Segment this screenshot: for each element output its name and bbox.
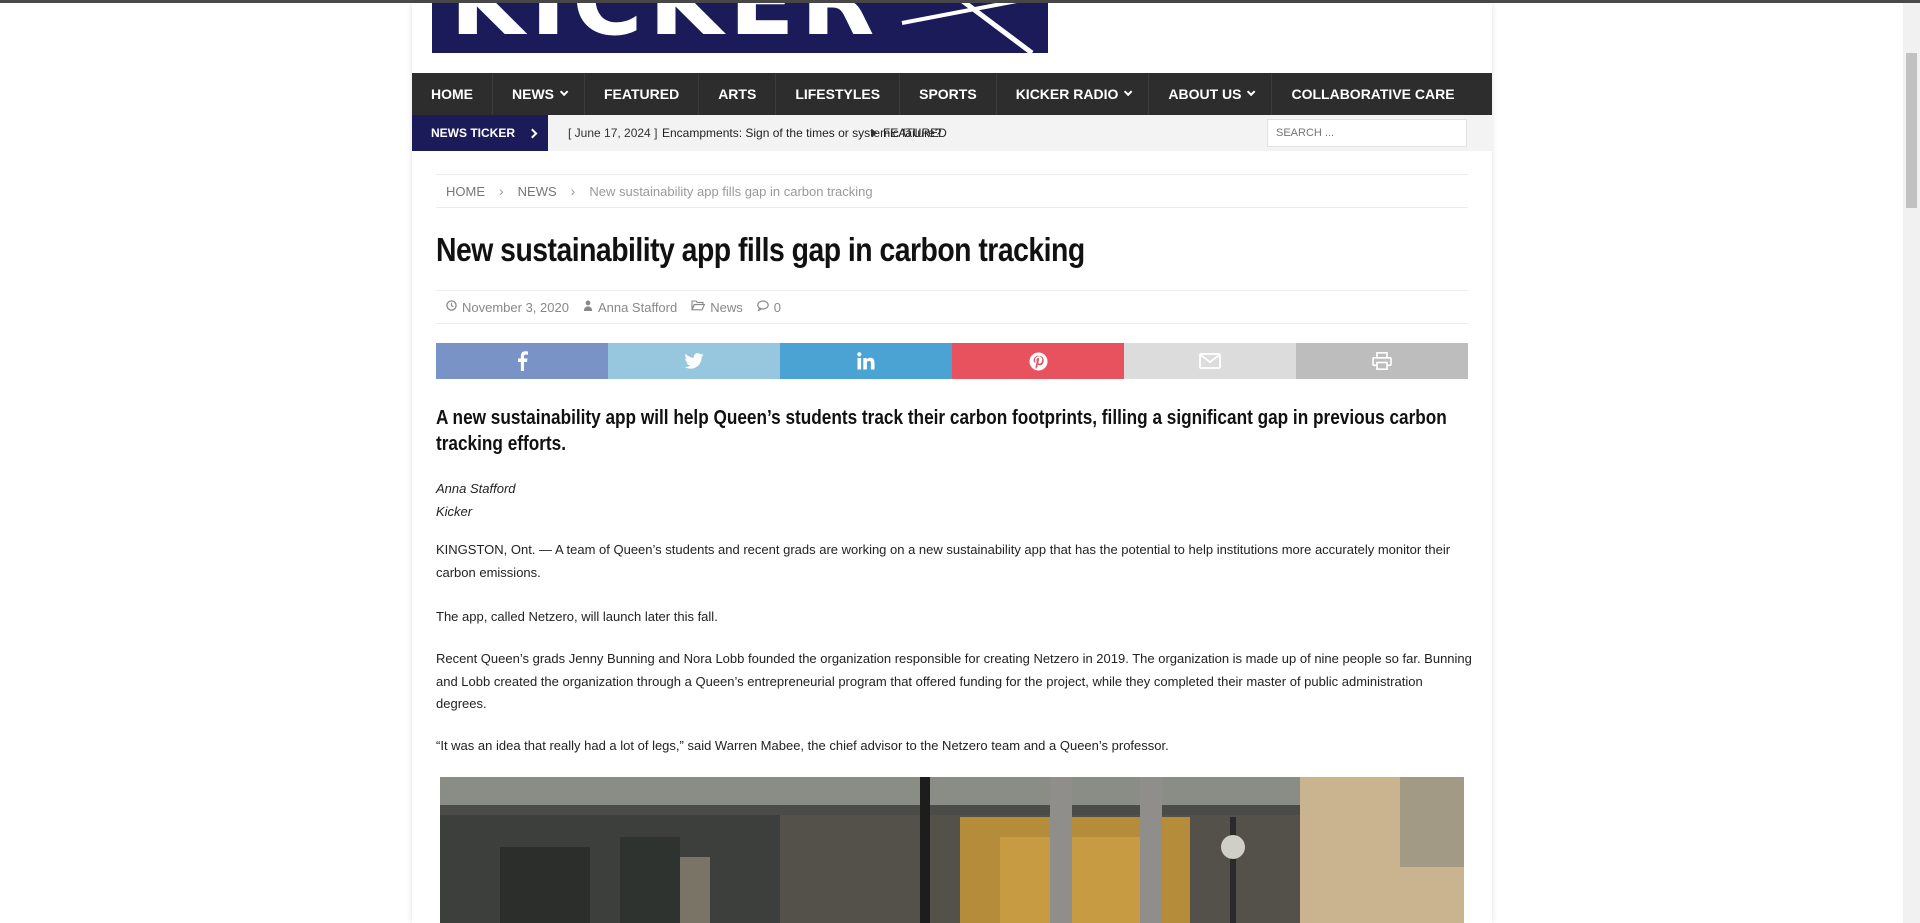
ticker-category-link[interactable]: FEATURED: [883, 126, 947, 140]
article-photo: [440, 777, 1464, 923]
site-logo[interactable]: KICKER: [432, 3, 1048, 53]
print-icon: [1372, 352, 1392, 370]
search-input[interactable]: [1267, 119, 1467, 147]
breadcrumb-news[interactable]: NEWS: [518, 184, 557, 199]
caret-right-icon: [872, 129, 877, 137]
main-nav: HOME NEWS FEATURED ARTS LIFESTYLES SPORT…: [412, 73, 1492, 115]
post-comments[interactable]: 0: [756, 300, 781, 315]
pinterest-icon: [1028, 351, 1048, 371]
email-icon: [1199, 353, 1221, 369]
news-ticker: NEWS TICKER [ June 17, 2024 ] Encampment…: [412, 115, 1492, 151]
post-author[interactable]: Anna Stafford: [583, 300, 677, 315]
byline-author: Anna Stafford: [436, 481, 516, 496]
nav-item-arts[interactable]: ARTS: [699, 73, 777, 115]
chevron-down-icon: [1124, 87, 1133, 97]
share-facebook-button[interactable]: [436, 343, 608, 379]
nav-item-collaborative-care[interactable]: COLLABORATIVE CARE: [1272, 73, 1473, 115]
chevron-right-icon: [527, 128, 538, 138]
share-pinterest-button[interactable]: [952, 343, 1124, 379]
chevron-down-icon: [559, 87, 569, 97]
nav-item-lifestyles[interactable]: LIFESTYLES: [776, 73, 901, 115]
article-lead: A new sustainability app will help Queen…: [436, 407, 1447, 455]
chevron-down-icon: [1247, 87, 1256, 97]
facebook-icon: [518, 351, 528, 371]
article-title: New sustainability app fills gap in carb…: [436, 231, 1085, 268]
article-paragraph: Recent Queen’s grads Jenny Bunning and N…: [436, 651, 1472, 711]
twitter-icon: [684, 353, 704, 369]
nav-item-news[interactable]: NEWS: [493, 73, 585, 115]
ticker-label: NEWS TICKER: [412, 115, 548, 151]
chevron-right-icon: ›: [570, 183, 576, 199]
share-twitter-button[interactable]: [608, 343, 780, 379]
folder-open-icon: [691, 300, 706, 314]
nav-item-home[interactable]: HOME: [412, 73, 493, 115]
breadcrumb-home[interactable]: HOME: [446, 184, 485, 199]
article-byline: Anna Stafford Kicker: [436, 477, 516, 523]
clock-icon: [446, 300, 457, 314]
post-category[interactable]: News: [691, 300, 743, 315]
chevron-right-icon: ›: [499, 183, 504, 199]
scrollbar-thumb[interactable]: [1906, 53, 1917, 208]
share-linkedin-button[interactable]: [780, 343, 952, 379]
post-date: November 3, 2020: [446, 300, 569, 315]
nav-item-about-us[interactable]: ABOUT US: [1149, 73, 1273, 115]
nav-item-featured[interactable]: FEATURED: [585, 73, 700, 115]
nav-item-sports[interactable]: SPORTS: [900, 73, 997, 115]
byline-publication: Kicker: [436, 504, 473, 519]
breadcrumb: HOME › NEWS › New sustainability app fil…: [436, 174, 1468, 208]
article-paragraph: “It was an idea that really had a lot of…: [436, 738, 1169, 753]
share-print-button[interactable]: [1296, 343, 1468, 379]
user-icon: [583, 300, 593, 314]
nav-item-kicker-radio[interactable]: KICKER RADIO: [997, 73, 1150, 115]
comment-icon: [756, 300, 769, 314]
share-bar: [436, 343, 1468, 379]
share-email-button[interactable]: [1124, 343, 1296, 379]
article-meta: November 3, 2020 Anna Stafford News 0: [436, 290, 1468, 324]
linkedin-icon: [857, 352, 875, 370]
article-paragraph: KINGSTON, Ont. — A team of Queen’s stude…: [436, 542, 1451, 580]
logo-graphic: [901, 3, 1034, 53]
ticker-date: [ June 17, 2024 ]: [568, 126, 658, 140]
page-container: KICKER HOME NEWS FEATURED ARTS LIFESTYLE…: [412, 3, 1492, 923]
page-scrollbar[interactable]: [1903, 3, 1920, 923]
article-paragraph: The app, called Netzero, will launch lat…: [436, 609, 718, 624]
breadcrumb-current: New sustainability app fills gap in carb…: [589, 183, 873, 199]
